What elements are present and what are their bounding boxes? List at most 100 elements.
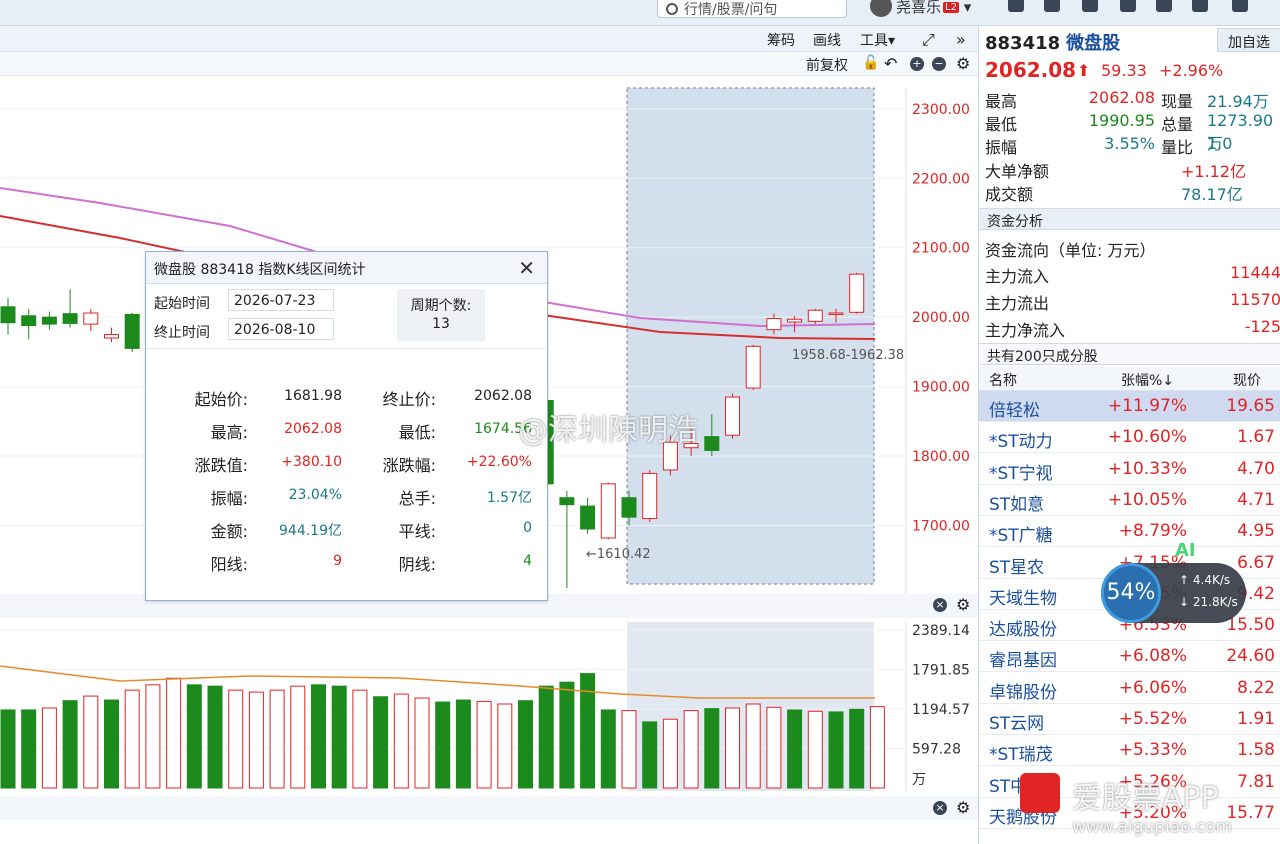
tools-button[interactable]: 工具▾	[860, 30, 895, 50]
table-row[interactable]: *ST瑞茂 +5.33% 1.58	[979, 735, 1280, 767]
stat-label: 阳线:	[210, 555, 248, 574]
shirt-icon[interactable]	[1044, 0, 1060, 12]
col-pct[interactable]: 张幅%↓	[1121, 370, 1174, 390]
zoom-in-icon[interactable]: +	[910, 57, 924, 71]
volume-tick-label: 1791.85	[912, 663, 970, 679]
table-row[interactable]: 睿昂基因 +6.08% 24.60	[979, 641, 1280, 673]
volume-bar	[83, 695, 99, 789]
candle-body	[21, 315, 37, 326]
settings-icon[interactable]: ⚙	[956, 54, 970, 73]
stat-value: 0	[523, 520, 532, 536]
dialog-title: 微盘股 883418 指数K线区间统计	[146, 252, 547, 284]
volume-bar	[290, 685, 306, 789]
table-row[interactable]: ST如意 +10.05% 4.71	[979, 485, 1280, 516]
volume-bar	[373, 696, 389, 789]
close-indicator-icon[interactable]: ×	[933, 598, 947, 612]
fund-row: 主力流入 11444	[985, 263, 1280, 286]
candle-body	[828, 312, 844, 315]
volume-bar	[41, 707, 57, 789]
fund-analysis-header[interactable]: 资金分析	[979, 208, 1280, 230]
volume-bar	[207, 685, 223, 789]
candle-body	[849, 273, 865, 313]
volume-bar	[248, 691, 264, 789]
volume-bar	[642, 721, 658, 789]
network-speed-widget[interactable]: 54% ↑ 4.4K/s ↓ 21.8K/s	[1101, 563, 1246, 623]
ai-badge[interactable]: AI	[1175, 540, 1196, 561]
interval-stats-dialog: 微盘股 883418 指数K线区间统计 ✕ 起始时间 2026-07-23 终止…	[145, 251, 548, 601]
volume-bar	[683, 710, 699, 789]
stat-label: 涨跌值:	[194, 456, 248, 475]
candle-body	[83, 312, 99, 325]
stat-label: 最低:	[398, 423, 436, 442]
table-row[interactable]: *ST动力 +10.60% 1.67	[979, 422, 1280, 454]
constituents-table-header: 名称 张幅%↓ 现价	[979, 367, 1280, 391]
search-icon	[666, 3, 678, 15]
close-indicator2-icon[interactable]: ×	[933, 801, 947, 815]
stat-label: 起始价:	[194, 390, 248, 409]
indicator2-settings-icon[interactable]: ⚙	[956, 798, 970, 817]
zoom-out-icon[interactable]: −	[932, 57, 946, 71]
close-icon[interactable]: ✕	[518, 256, 535, 280]
start-time-label: 起始时间	[154, 296, 210, 312]
volume-bar	[807, 710, 823, 789]
table-row[interactable]: 倍轻松 +11.97% 19.65	[979, 391, 1280, 422]
divider	[146, 348, 547, 349]
stat-label: 金额:	[210, 522, 248, 541]
mail-icon[interactable]	[1082, 0, 1098, 12]
candle-body	[104, 334, 119, 339]
user-menu[interactable]: 尧喜乐 L2 ▾	[870, 0, 971, 19]
collapse-icon[interactable]: »	[956, 30, 966, 49]
volume-bar	[393, 693, 409, 789]
col-name[interactable]: 名称	[989, 370, 1017, 390]
volume-bar	[725, 707, 740, 789]
end-time-label: 终止时间	[154, 325, 210, 341]
y-tick-label: 2100.00	[912, 241, 970, 257]
fullscreen-icon[interactable]: ⤢	[922, 30, 935, 50]
end-time-field[interactable]: 2026-08-10	[228, 318, 334, 340]
stat-label: 最高:	[210, 423, 248, 442]
chips-button[interactable]: 筹码	[767, 30, 795, 50]
change-value: 59.33	[1101, 61, 1147, 80]
undo-icon[interactable]: ↶	[884, 54, 897, 73]
volume-bar	[331, 685, 347, 789]
search-input[interactable]: 行情/股票/问句	[657, 0, 847, 18]
download-speed: ↓ 21.8K/s	[1179, 595, 1238, 609]
low-annotation: ←1610.42	[586, 547, 651, 562]
constituents-header: 共有200只成分股	[979, 343, 1280, 365]
table-row[interactable]: *ST广糖 +8.79% 4.95	[979, 516, 1280, 548]
candle-body	[642, 472, 658, 520]
indicator-settings-icon[interactable]: ⚙	[956, 595, 970, 614]
minimize-icon[interactable]	[1192, 0, 1208, 12]
table-row[interactable]: 卓锦股份 +6.06% 8.22	[979, 673, 1280, 704]
add-watchlist-button[interactable]: 加自选	[1217, 28, 1280, 52]
start-time-field[interactable]: 2026-07-23	[228, 289, 334, 311]
stock-name: 微盘股	[1066, 33, 1121, 54]
level-badge: L2	[943, 2, 959, 13]
stat-value: 2062.08	[474, 388, 532, 404]
table-row[interactable]: *ST宁视 +10.33% 4.70	[979, 454, 1280, 485]
volume-bar	[311, 684, 326, 789]
y-tick-label: 1900.00	[912, 380, 970, 396]
change-pct: +2.96%	[1159, 61, 1224, 80]
table-row[interactable]: ST云网 +5.52% 1.91	[979, 704, 1280, 735]
stat-label: 阴线:	[398, 555, 436, 574]
draw-line-button[interactable]: 画线	[813, 30, 841, 50]
volume-bar	[787, 709, 803, 789]
quote-panel: 883418 微盘股 加自选 2062.08 ⬆ 59.33 +2.96% 最高 2…	[978, 26, 1280, 844]
quote-row: 最低 1990.95 总量 1273.90万	[985, 111, 1274, 153]
stat-label: 平线:	[398, 522, 436, 541]
volume-bar	[228, 689, 244, 789]
big-order-row: 大单净额 +1.12亿	[985, 162, 1247, 181]
unlock-icon[interactable]: 🔓	[862, 55, 879, 71]
adjust-mode-button[interactable]: 前复权	[806, 55, 848, 75]
quote-row: 振幅 3.55% 量比 1.0	[985, 134, 1233, 157]
fund-row: 主力净流入 -125	[985, 317, 1280, 340]
y-tick-label: 1700.00	[912, 519, 970, 535]
bell-icon[interactable]	[1120, 0, 1136, 12]
menu-icon[interactable]	[1156, 0, 1172, 12]
candle-body	[745, 345, 761, 389]
y-tick-label: 2300.00	[912, 102, 970, 118]
col-price[interactable]: 现价	[1233, 370, 1261, 390]
share-icon[interactable]	[1008, 0, 1024, 12]
maximize-icon[interactable]	[1232, 0, 1248, 12]
